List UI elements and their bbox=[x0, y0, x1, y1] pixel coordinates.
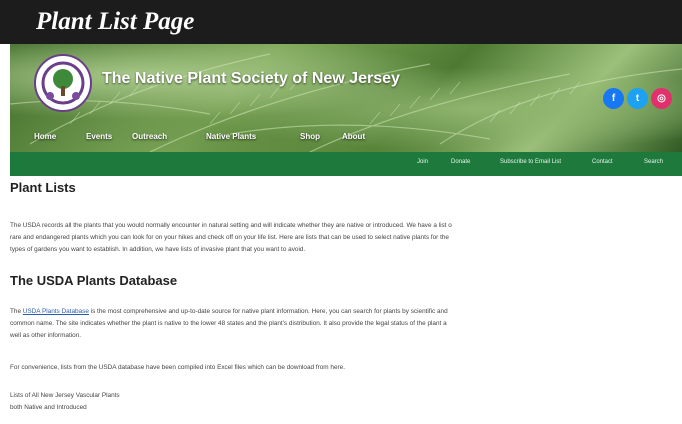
nj-vascular-plants-list-subtitle: both Native and Introduced bbox=[10, 404, 87, 411]
subnav-search[interactable]: Search bbox=[644, 159, 663, 165]
usda-paragraph-line-2: common name. The site indicates whether … bbox=[10, 320, 447, 327]
main-navigation: Home Events Outreach Native Plants Shop … bbox=[10, 132, 682, 152]
subnav-subscribe[interactable]: Subscribe to Email List bbox=[500, 159, 561, 165]
page-caption: Plant List Page bbox=[0, 0, 682, 44]
tree-logo-icon bbox=[41, 61, 85, 105]
excel-files-paragraph: For convenience, lists from the USDA dat… bbox=[10, 364, 345, 371]
twitter-icon[interactable]: t bbox=[627, 88, 648, 109]
usda-paragraph-line-3: well as other information. bbox=[10, 332, 82, 339]
nav-item-outreach[interactable]: Outreach bbox=[132, 132, 167, 141]
nav-item-shop[interactable]: Shop bbox=[300, 132, 320, 141]
plant-lists-heading: Plant Lists bbox=[10, 180, 76, 195]
nav-item-home[interactable]: Home bbox=[34, 132, 56, 141]
facebook-icon[interactable]: f bbox=[603, 88, 624, 109]
nav-item-native-plants[interactable]: Native Plants bbox=[206, 132, 256, 141]
instagram-icon[interactable]: ◎ bbox=[651, 88, 672, 109]
subnav-donate[interactable]: Donate bbox=[451, 159, 470, 165]
site-header-banner: The Native Plant Society of New Jersey f… bbox=[10, 44, 682, 152]
nj-vascular-plants-list-title: Lists of All New Jersey Vascular Plants bbox=[10, 392, 120, 399]
usda-plants-database-link[interactable]: USDA Plants Database bbox=[23, 308, 89, 315]
plant-lists-paragraph-line-3: types of gardens you want to establish. … bbox=[10, 246, 306, 253]
nav-item-events[interactable]: Events bbox=[86, 132, 112, 141]
secondary-navigation: Join Donate Subscribe to Email List Cont… bbox=[10, 152, 682, 176]
plant-lists-paragraph-line-2: rare and endangered plants which you can… bbox=[10, 234, 449, 241]
usda-paragraph-line-1: The USDA Plants Database is the most com… bbox=[10, 308, 448, 315]
subnav-join[interactable]: Join bbox=[417, 159, 428, 165]
plant-lists-paragraph-line-1: The USDA records all the plants that you… bbox=[10, 222, 452, 229]
nav-item-about[interactable]: About bbox=[342, 132, 365, 141]
usda-heading: The USDA Plants Database bbox=[10, 273, 178, 288]
society-logo[interactable] bbox=[34, 54, 92, 112]
site-title[interactable]: The Native Plant Society of New Jersey bbox=[102, 70, 400, 88]
subnav-contact[interactable]: Contact bbox=[592, 159, 613, 165]
